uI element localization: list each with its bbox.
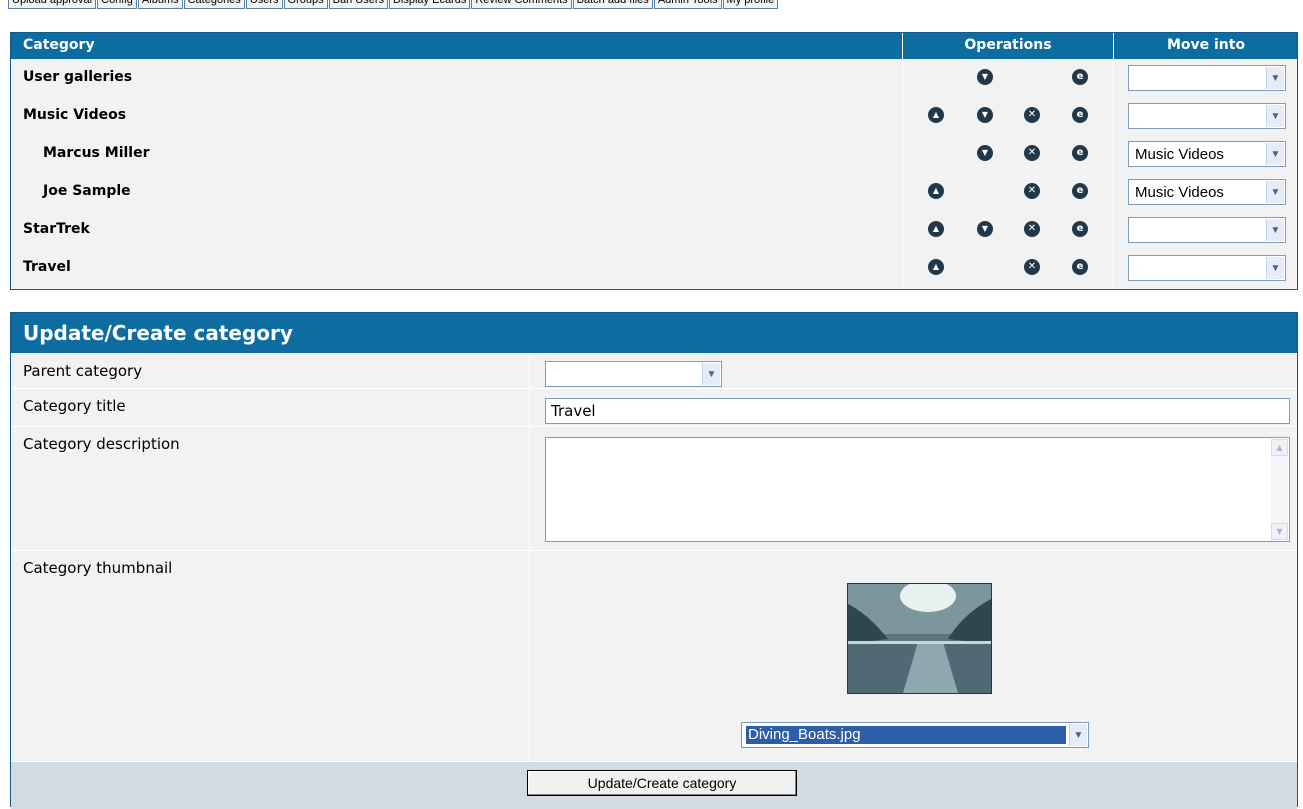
admin-menu-item[interactable]: Batch add files [572,0,653,9]
table-row: Marcus Miller ▼ ✕ e Music Videos ▼ [11,135,1297,173]
admin-menu-item[interactable]: My profile [722,0,779,9]
scroll-down-icon[interactable]: ▼ [1271,523,1288,540]
chevron-down-icon[interactable]: ▼ [702,363,720,385]
delete-x-icon[interactable]: ✕ [1024,183,1040,199]
thumbnail-image [848,584,991,693]
chevron-down-icon[interactable]: ▼ [1266,67,1284,89]
edit-e-icon[interactable]: e [1072,69,1088,85]
arrow-down-icon[interactable]: ▼ [977,69,993,85]
admin-menu-item[interactable]: Ban Users [328,0,388,9]
table-row: StarTrek ▲ ▼ ✕ e ▼ [11,211,1297,249]
category-name: Joe Sample [43,183,131,199]
move-into-select[interactable]: ▼ [1128,103,1286,129]
parent-category-label: Parent category [23,362,143,380]
category-name: Travel [23,259,71,275]
category-title-label: Category title [23,397,126,415]
category-name: Marcus Miller [43,145,150,161]
delete-x-icon[interactable]: ✕ [1024,259,1040,275]
arrow-up-icon[interactable]: ▲ [928,259,944,275]
admin-menu-item[interactable]: Display Ecards [388,0,471,9]
thumbnail-select[interactable]: Diving_Boats.jpg ▼ [741,722,1089,748]
admin-menu-item[interactable]: Upload approval [8,0,97,9]
chevron-down-icon[interactable]: ▼ [1266,181,1284,203]
table-row: Travel ▲ ✕ e ▼ [11,249,1297,287]
category-description-label: Category description [23,435,180,453]
category-name: StarTrek [23,221,90,237]
row-divider [529,427,530,551]
form-title: Update/Create category [11,313,1297,353]
edit-e-icon[interactable]: e [1072,221,1088,237]
admin-menu-item[interactable]: Groups [283,0,328,9]
chevron-down-icon[interactable]: ▼ [1069,724,1087,746]
admin-menu-item[interactable]: Albums [137,0,183,9]
category-table: Category Operations Move into User galle… [10,32,1298,290]
header-operations: Operations [964,37,1052,53]
admin-menu-item[interactable]: Users [245,0,283,9]
arrow-up-icon[interactable]: ▲ [928,221,944,237]
table-row: Joe Sample ▲ ✕ e Music Videos ▼ [11,173,1297,211]
chevron-down-icon[interactable]: ▼ [1266,219,1284,241]
category-name: User galleries [23,69,133,85]
admin-menu: Upload approval Config Albums Categories Use… [8,0,779,9]
category-table-header: Category Operations Move into [11,33,1297,59]
admin-menu-item[interactable]: Admin Tools [653,0,722,9]
move-into-value: Music Videos [1135,146,1224,163]
category-thumbnail-label: Category thumbnail [23,559,173,577]
chevron-down-icon[interactable]: ▼ [1266,257,1284,279]
scroll-up-icon[interactable]: ▲ [1271,439,1288,456]
edit-e-icon[interactable]: e [1072,259,1088,275]
header-category: Category [23,37,95,53]
row-divider [529,354,530,389]
delete-x-icon[interactable]: ✕ [1024,145,1040,161]
category-thumbnail-row: Category thumbnail [11,550,1297,762]
move-into-select[interactable]: Music Videos ▼ [1128,179,1286,205]
arrow-up-icon[interactable]: ▲ [928,183,944,199]
parent-category-row: Parent category ▼ [11,353,1297,389]
row-divider [529,389,530,427]
edit-e-icon[interactable]: e [1072,107,1088,123]
arrow-down-icon[interactable]: ▼ [977,145,993,161]
form-footer: Update/Create category [11,761,1297,809]
arrow-down-icon[interactable]: ▼ [977,107,993,123]
arrow-up-icon[interactable]: ▲ [928,107,944,123]
table-row: Music Videos ▲ ▼ ✕ e ▼ [11,97,1297,135]
delete-x-icon[interactable]: ✕ [1024,107,1040,123]
row-divider [529,551,530,762]
arrow-down-icon[interactable]: ▼ [977,221,993,237]
category-title-row: Category title Travel [11,388,1297,427]
delete-x-icon[interactable]: ✕ [1024,221,1040,237]
category-description-textarea[interactable]: ▲ ▼ [545,437,1290,542]
move-into-value: Music Videos [1135,184,1224,201]
move-into-select[interactable]: Music Videos ▼ [1128,141,1286,167]
chevron-down-icon[interactable]: ▼ [1266,105,1284,127]
admin-menu-item[interactable]: Categories [183,0,245,9]
admin-menu-item[interactable]: Review Comments [471,0,572,9]
table-row: User galleries ▼ e ▼ [11,59,1297,97]
thumbnail-preview [847,583,992,694]
header-move-into: Move into [1166,37,1246,53]
textarea-scrollbar[interactable]: ▲ ▼ [1271,439,1288,540]
chevron-down-icon[interactable]: ▼ [1266,143,1284,165]
parent-category-select[interactable]: ▼ [545,361,722,387]
edit-e-icon[interactable]: e [1072,183,1088,199]
move-into-select[interactable]: ▼ [1128,65,1286,91]
category-description-row: Category description ▲ ▼ [11,426,1297,551]
category-title-input[interactable]: Travel [545,398,1290,424]
move-into-select[interactable]: ▼ [1128,255,1286,281]
thumbnail-value: Diving_Boats.jpg [745,725,1067,745]
move-into-select[interactable]: ▼ [1128,217,1286,243]
category-name: Music Videos [23,107,127,123]
update-create-category-button[interactable]: Update/Create category [527,770,797,796]
edit-e-icon[interactable]: e [1072,145,1088,161]
admin-menu-item[interactable]: Config [97,0,137,9]
update-create-category-form: Update/Create category Parent category ▼… [10,312,1298,809]
